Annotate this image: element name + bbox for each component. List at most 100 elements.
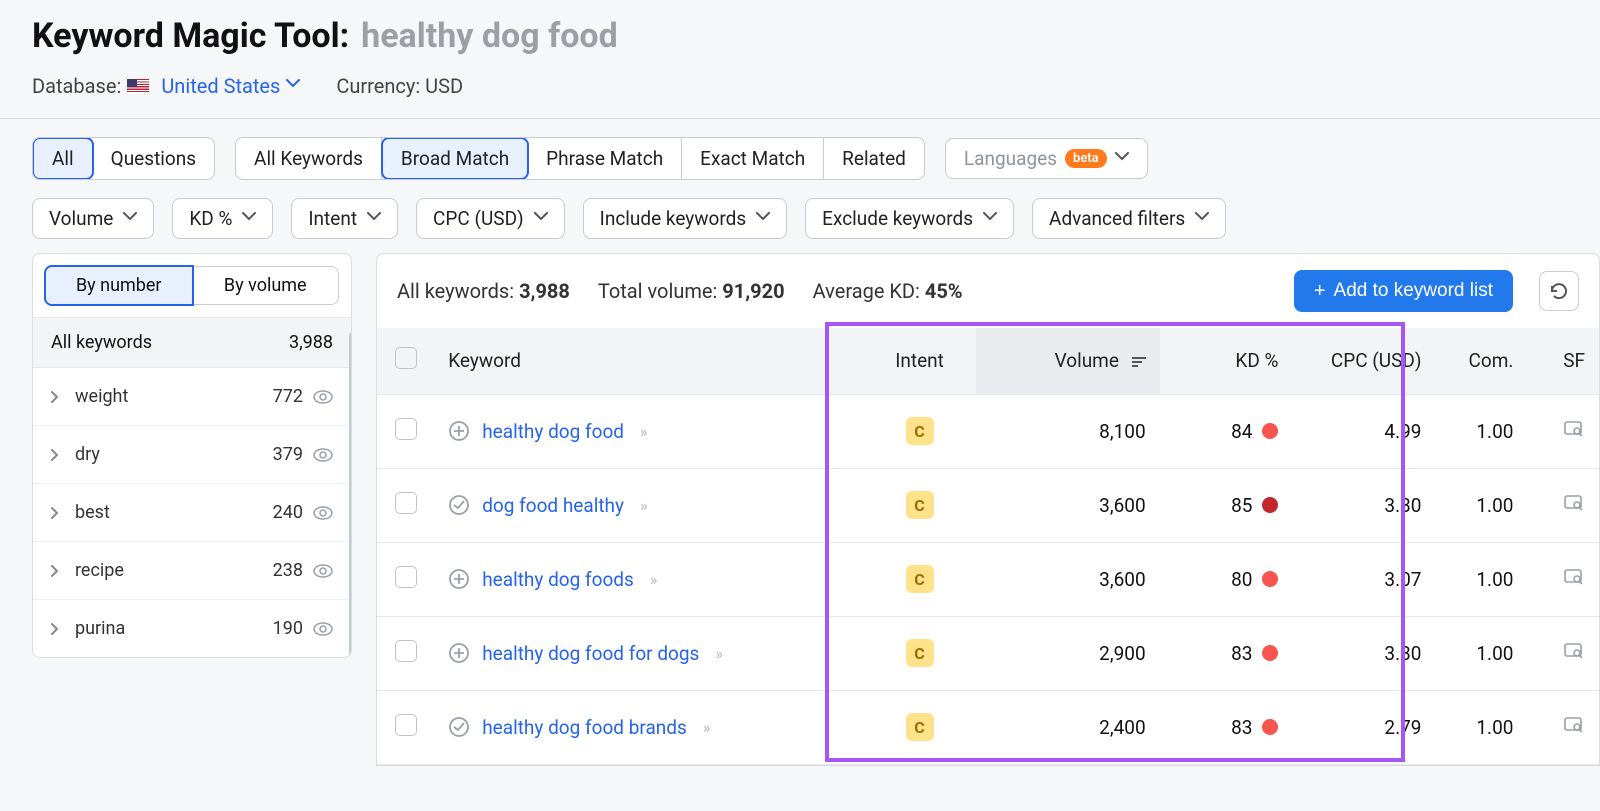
tab-broad-match[interactable]: Broad Match — [381, 137, 529, 180]
chevron-down-icon — [123, 212, 137, 226]
select-all-checkbox[interactable] — [395, 347, 417, 369]
chevron-right-icon — [51, 507, 63, 519]
group-best[interactable]: best240 — [33, 484, 351, 542]
filter-volume[interactable]: Volume — [32, 198, 154, 239]
chevron-down-icon — [756, 212, 770, 226]
row-checkbox[interactable] — [395, 640, 417, 662]
filter-kd-[interactable]: KD % — [172, 198, 273, 239]
chevron-down-icon — [242, 212, 256, 226]
col-volume[interactable]: Volume — [976, 328, 1160, 394]
com-cell: 1.00 — [1435, 468, 1527, 542]
volume-cell: 3,600 — [976, 542, 1160, 616]
group-weight[interactable]: weight772 — [33, 368, 351, 426]
volume-cell: 2,900 — [976, 616, 1160, 690]
keyword-link[interactable]: healthy dog food brands — [482, 716, 687, 739]
chevrons-right-icon[interactable]: » — [640, 496, 644, 515]
filter-bar: AllQuestions All KeywordsBroad MatchPhra… — [0, 119, 1600, 253]
chevron-down-icon — [286, 79, 300, 93]
difficulty-dot-icon — [1262, 645, 1278, 661]
col-sf[interactable]: SF — [1527, 328, 1599, 394]
filter-cpc-usd-[interactable]: CPC (USD) — [416, 198, 565, 239]
keyword-link[interactable]: healthy dog foods — [482, 568, 634, 591]
col-keyword[interactable]: Keyword — [434, 328, 863, 394]
database-selector[interactable]: Database: United States — [32, 74, 300, 98]
tab-all-keywords[interactable]: All Keywords — [236, 138, 382, 179]
add-icon[interactable] — [448, 568, 470, 590]
row-checkbox[interactable] — [395, 492, 417, 514]
difficulty-dot-icon — [1262, 571, 1278, 587]
serp-features-icon[interactable] — [1563, 644, 1585, 667]
chevrons-right-icon[interactable]: » — [640, 422, 644, 441]
table-row: healthy dog foods»C3,600803.071.00 — [377, 542, 1599, 616]
serp-features-icon[interactable] — [1563, 496, 1585, 519]
chevron-down-icon — [534, 212, 548, 226]
col-com[interactable]: Com. — [1435, 328, 1527, 394]
kd-cell: 84 — [1174, 420, 1279, 443]
filter-intent[interactable]: Intent — [291, 198, 398, 239]
chevrons-right-icon[interactable]: » — [650, 570, 654, 589]
kd-cell: 83 — [1174, 642, 1279, 665]
check-icon[interactable] — [448, 494, 470, 516]
col-cpc[interactable]: CPC (USD) — [1292, 328, 1435, 394]
sort-by-number-tab[interactable]: By number — [44, 265, 194, 306]
chevron-down-icon — [1195, 212, 1209, 226]
tab-exact-match[interactable]: Exact Match — [682, 138, 824, 179]
all-keywords-label: All keywords — [51, 332, 152, 353]
volume-cell: 3,600 — [976, 468, 1160, 542]
chevron-down-icon — [1115, 152, 1129, 166]
keyword-link[interactable]: healthy dog food — [482, 420, 624, 443]
row-checkbox[interactable] — [395, 714, 417, 736]
eye-icon[interactable] — [313, 619, 333, 639]
keyword-link[interactable]: dog food healthy — [482, 494, 624, 517]
group-dry[interactable]: dry379 — [33, 426, 351, 484]
eye-icon[interactable] — [313, 503, 333, 523]
intent-badge: C — [906, 491, 934, 519]
row-checkbox[interactable] — [395, 566, 417, 588]
keywords-table: Keyword Intent Volume KD % CPC (USD) Com… — [376, 328, 1600, 766]
eye-icon[interactable] — [313, 561, 333, 581]
add-icon[interactable] — [448, 420, 470, 442]
check-icon[interactable] — [448, 716, 470, 738]
us-flag-icon — [127, 79, 149, 94]
intent-badge: C — [906, 639, 934, 667]
group-purina[interactable]: purina190 — [33, 600, 351, 657]
difficulty-dot-icon — [1262, 497, 1278, 513]
add-icon[interactable] — [448, 642, 470, 664]
com-cell: 1.00 — [1435, 616, 1527, 690]
chevrons-right-icon[interactable]: » — [703, 718, 707, 737]
add-to-keyword-list-button[interactable]: + Add to keyword list — [1294, 270, 1513, 312]
keyword-link[interactable]: healthy dog food for dogs — [482, 642, 699, 665]
refresh-button[interactable] — [1539, 271, 1579, 311]
cpc-cell: 3.30 — [1292, 468, 1435, 542]
table-row: healthy dog food»C8,100844.991.00 — [377, 394, 1599, 468]
sort-desc-icon — [1132, 355, 1146, 369]
filter-exclude-keywords[interactable]: Exclude keywords — [805, 198, 1014, 239]
row-checkbox[interactable] — [395, 418, 417, 440]
tab-phrase-match[interactable]: Phrase Match — [528, 138, 682, 179]
tab-questions[interactable]: Questions — [93, 138, 214, 179]
intent-badge: C — [906, 565, 934, 593]
tab-related[interactable]: Related — [824, 138, 924, 179]
chevron-right-icon — [51, 565, 63, 577]
eye-icon[interactable] — [313, 445, 333, 465]
filter-include-keywords[interactable]: Include keywords — [583, 198, 788, 239]
intent-badge: C — [906, 417, 934, 445]
serp-features-icon[interactable] — [1563, 718, 1585, 741]
serp-features-icon[interactable] — [1563, 422, 1585, 445]
languages-dropdown[interactable]: Languages beta — [945, 138, 1148, 179]
filter-advanced-filters[interactable]: Advanced filters — [1032, 198, 1226, 239]
scrollbar[interactable] — [349, 332, 352, 658]
col-kd[interactable]: KD % — [1160, 328, 1293, 394]
table-row: healthy dog food brands»C2,400832.791.00 — [377, 690, 1599, 764]
chevron-down-icon — [983, 212, 997, 226]
chevrons-right-icon[interactable]: » — [715, 644, 719, 663]
volume-cell: 2,400 — [976, 690, 1160, 764]
col-intent[interactable]: Intent — [863, 328, 975, 394]
sort-by-volume-tab[interactable]: By volume — [193, 266, 340, 305]
chevron-down-icon — [367, 212, 381, 226]
group-recipe[interactable]: recipe238 — [33, 542, 351, 600]
eye-icon[interactable] — [313, 387, 333, 407]
kd-cell: 83 — [1174, 716, 1279, 739]
serp-features-icon[interactable] — [1563, 570, 1585, 593]
tab-all[interactable]: All — [32, 137, 94, 180]
